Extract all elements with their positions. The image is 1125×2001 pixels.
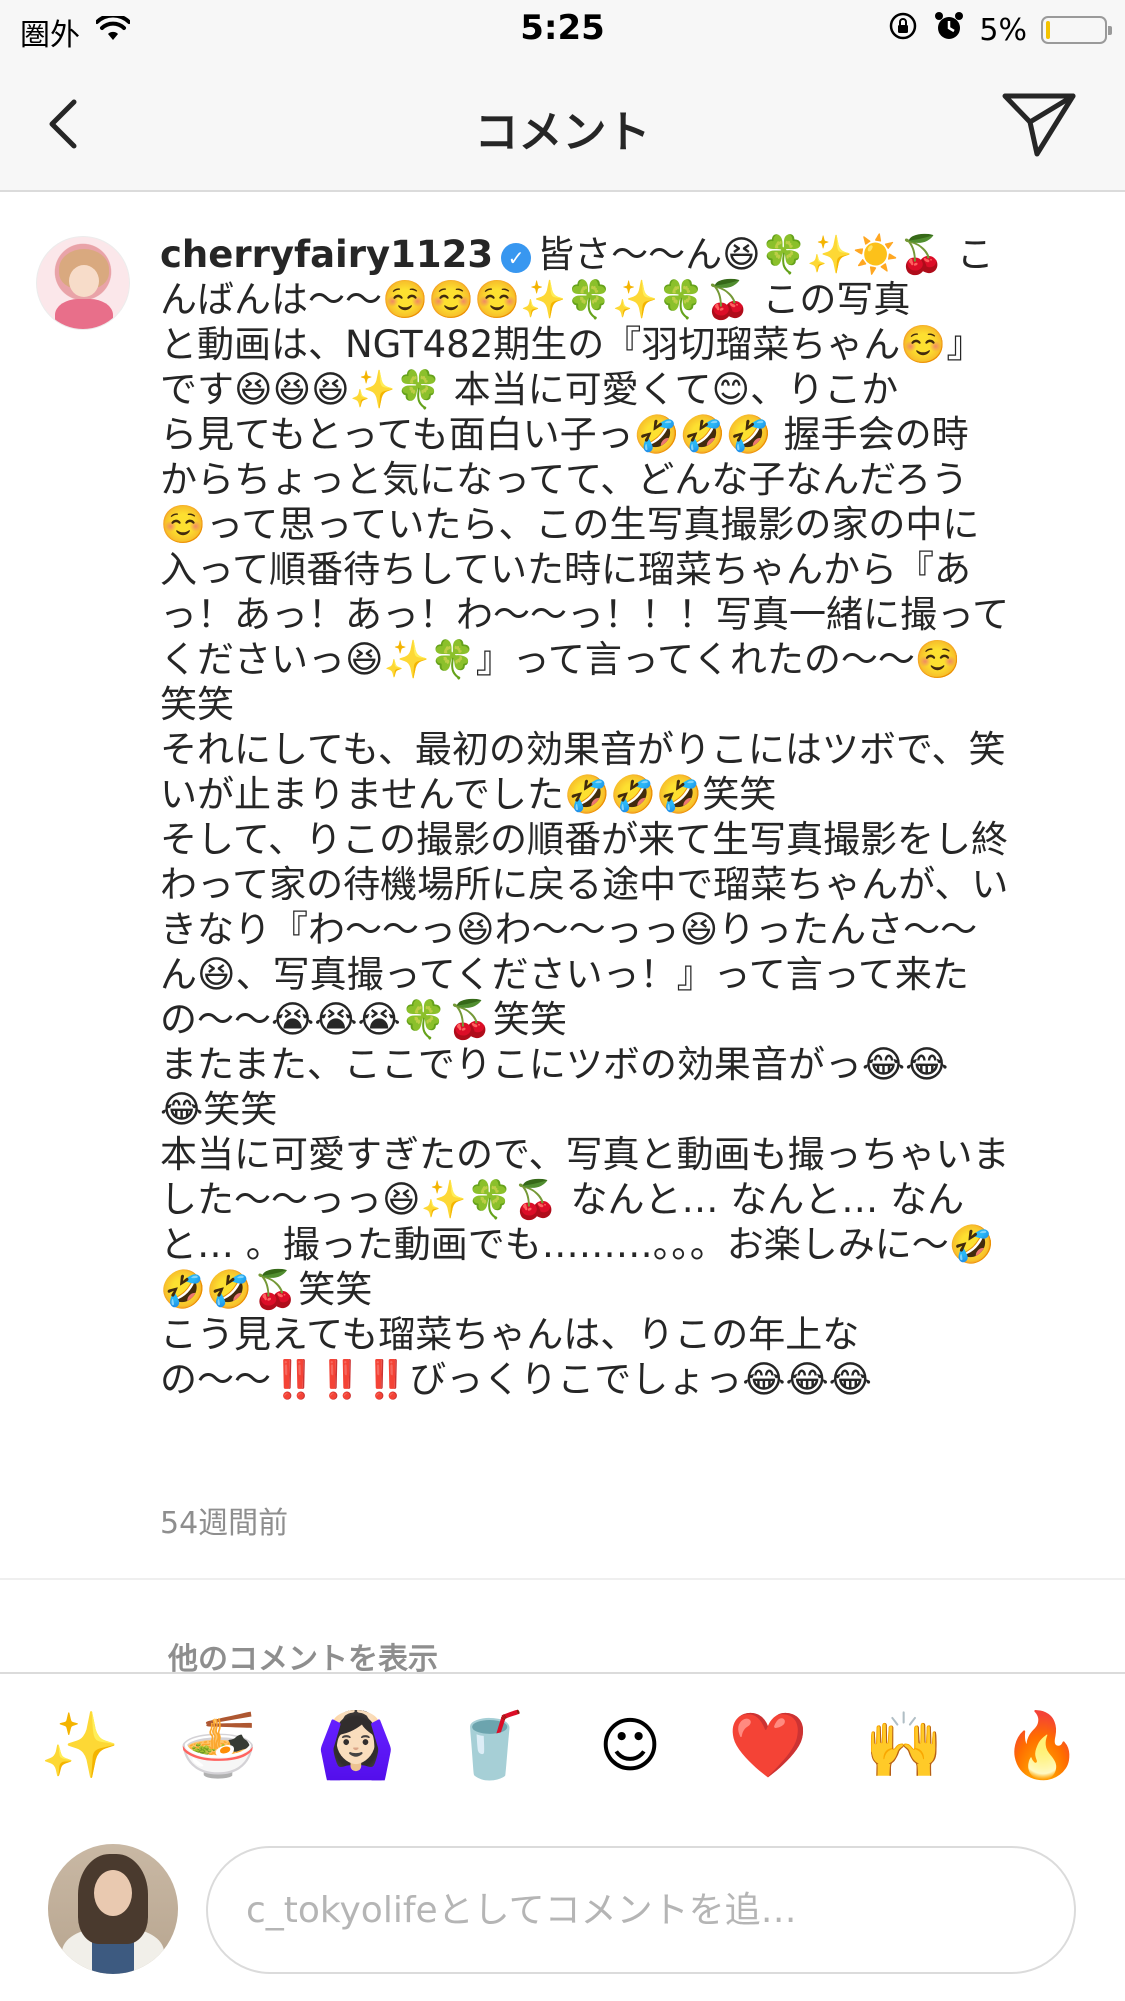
ok-gesture-emoji-button[interactable]: 🙆🏻‍♀️ bbox=[316, 1706, 396, 1786]
ramen-emoji-button[interactable]: 🍜 bbox=[178, 1706, 258, 1786]
comment-line: と動画は、NGT482期生の『羽切瑠菜ちゃん☺️』 bbox=[160, 323, 984, 366]
verified-badge-icon: ✓ bbox=[501, 243, 532, 273]
alarm-icon bbox=[933, 10, 965, 50]
comment-line: わって家の待機場所に戻る途中で瑠菜ちゃんが、い bbox=[160, 863, 1009, 906]
page-title: コメント bbox=[474, 107, 651, 158]
comment-input[interactable] bbox=[206, 1846, 1076, 1974]
more-comments-link[interactable]: 他のコメントを表示 bbox=[168, 1634, 438, 1672]
divider bbox=[0, 1578, 1125, 1580]
cup-emoji-button[interactable]: 🥤 bbox=[450, 1706, 530, 1786]
comment-line: きなり『わ〜〜っ😆わ〜〜っっ😆りったんさ〜〜 bbox=[160, 908, 978, 951]
comment-line: それにしても、最初の効果音がりこにはツボで、笑 bbox=[160, 728, 1006, 771]
paper-plane-icon bbox=[1002, 93, 1076, 157]
comments-screen: 圏外 5:25 5% コメント cherryfairy1123 ✓ 皆さ〜〜ん😆… bbox=[0, 0, 1125, 2001]
comment-line: からちょっと気になってて、どんな子なんだろう bbox=[160, 458, 969, 501]
comment-line: です😆😆😆✨🍀 本当に可愛くて😊、りこか bbox=[160, 368, 899, 411]
sparkles-emoji-button[interactable]: ✨ bbox=[40, 1706, 120, 1786]
comment-line: の〜〜😭😭😭🍀🍒笑笑 bbox=[160, 998, 567, 1041]
comment-line: いが止まりませんでした🤣🤣🤣笑笑 bbox=[160, 773, 777, 816]
commenter-avatar[interactable] bbox=[36, 236, 130, 330]
comment-line: cherryfairy1123 ✓ 皆さ〜〜ん😆🍀✨☀️🍒 こ bbox=[160, 233, 994, 276]
battery-icon bbox=[1041, 16, 1112, 44]
fire-emoji-button[interactable]: 🔥 bbox=[1002, 1706, 1082, 1786]
rotation-lock-icon bbox=[887, 10, 919, 50]
heart-emoji-button[interactable]: ❤️ bbox=[728, 1706, 808, 1786]
comment-line: ☺️って思っていたら、この生写真撮影の家の中に bbox=[160, 503, 980, 546]
status-right: 5% bbox=[887, 10, 1112, 50]
comment-line: 入って順番待ちしていた時に瑠菜ちゃんから『あ bbox=[160, 548, 972, 591]
comment-line: っ！あっ！あっ！わ〜〜っ！！！写真一緒に撮って bbox=[160, 593, 1010, 636]
share-button[interactable] bbox=[999, 88, 1079, 160]
comment-line: と… 。撮った動画でも………。。。お楽しみに〜🤣 bbox=[160, 1223, 995, 1266]
status-bar: 圏外 5:25 5% bbox=[0, 0, 1125, 60]
smiley-emoji-button[interactable]: ☺︎ bbox=[590, 1706, 670, 1786]
comment-line: 笑笑 bbox=[160, 683, 234, 726]
comment-compose-row bbox=[0, 1820, 1125, 2001]
comment-thread: cherryfairy1123 ✓ 皆さ〜〜ん😆🍀✨☀️🍒 こ んばんは〜〜☺️☺️… bbox=[0, 192, 1125, 1672]
comment-timestamp: 54週間前 bbox=[160, 1506, 289, 1541]
nav-bar: コメント bbox=[0, 60, 1125, 192]
comment-line: 😂笑笑 bbox=[160, 1088, 278, 1131]
comment-line: ん😆、写真撮ってくださいっ！』って言って来た bbox=[160, 953, 969, 996]
comment-line: 🤣🤣🍒笑笑 bbox=[160, 1268, 373, 1311]
comment-line: こう見えても瑠菜ちゃんは、りこの年上な bbox=[160, 1313, 860, 1356]
emoji-quick-bar: ✨ 🍜 🙆🏻‍♀️ 🥤 ☺︎ ❤️ 🙌 🔥 bbox=[0, 1672, 1125, 1820]
comment-line: 本当に可愛すぎたので、写真と動画も撮っちゃいま bbox=[160, 1133, 1010, 1176]
current-user-avatar bbox=[48, 1844, 178, 1974]
comment-line: ら見てもとっても面白い子っ🤣🤣🤣 握手会の時 bbox=[160, 413, 969, 456]
comment-line: そして、りこの撮影の順番が来て生写真撮影をし終 bbox=[160, 818, 1009, 861]
comment-line: の〜〜‼️‼️‼️びっくりこでしょっ😂😂😂 bbox=[160, 1358, 872, 1401]
raised-hands-emoji-button[interactable]: 🙌 bbox=[864, 1706, 944, 1786]
battery-percent: 5% bbox=[979, 12, 1027, 48]
comment-username[interactable]: cherryfairy1123 bbox=[160, 233, 493, 276]
comment-body: cherryfairy1123 ✓ 皆さ〜〜ん😆🍀✨☀️🍒 こ んばんは〜〜☺️☺️… bbox=[160, 232, 1082, 1402]
comment-line: くださいっ😆✨🍀』って言ってくれたの〜〜☺️ bbox=[160, 638, 961, 681]
comment-line: んばんは〜〜☺️☺️☺️✨🍀✨🍀🍒 この写真 bbox=[160, 278, 911, 321]
battery-fill bbox=[1046, 21, 1050, 39]
comment-line: した〜〜っっ😆✨🍀🍒 なんと… なんと… なん bbox=[160, 1178, 965, 1221]
comment-line: またまた、ここでりこにツボの効果音がっ😂😂 bbox=[160, 1043, 949, 1086]
